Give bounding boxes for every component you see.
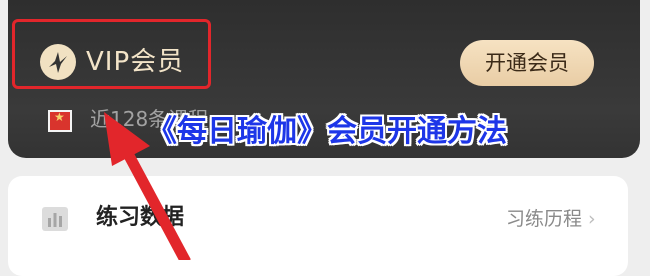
overlay-title: 《每日瑜伽》会员开通方法: [147, 114, 507, 149]
